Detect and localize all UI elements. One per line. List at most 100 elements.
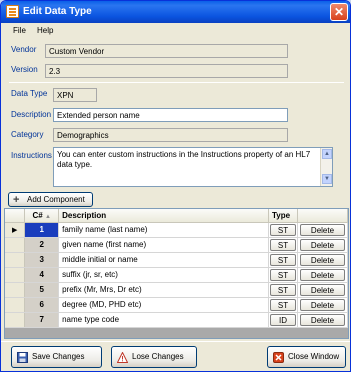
component-description[interactable]: name type code [58,312,269,328]
lose-changes-button[interactable]: Lose Changes [111,346,197,368]
add-component-label: Add Component [27,195,85,204]
type-button[interactable]: ST [269,253,296,266]
type-button[interactable]: ST [269,283,296,296]
current-row-arrow-icon: ▶ [11,227,18,234]
row-header[interactable] [5,252,26,268]
column-header-type[interactable]: Type [268,209,298,223]
category-field: Demographics [53,128,288,142]
scroll-up-icon[interactable]: ▲ [322,149,332,159]
component-description[interactable]: given name (first name) [58,237,269,253]
component-description[interactable]: family name (last name) [58,222,269,238]
table-row[interactable]: 2 given name (first name) ST Delete [5,237,348,253]
instructions-text: You can enter custom instructions in the… [57,150,311,169]
table-row[interactable]: 3 middle initial or name ST Delete [5,252,348,268]
delete-button[interactable]: Delete [299,268,345,281]
version-label: Version [11,65,38,74]
cnum-header-text: C# [32,210,43,220]
row-header[interactable] [5,282,26,298]
delete-cell: Delete [297,222,348,238]
delete-cell: Delete [297,312,348,328]
datatype-field: XPN [53,88,97,102]
component-description[interactable]: prefix (Mr, Mrs, Dr etc) [58,282,269,298]
vendor-label: Vendor [11,45,37,54]
column-header-cnum[interactable]: C# ▲ [24,209,60,223]
datatype-label: Data Type [11,89,48,98]
menu-file[interactable]: File [13,26,26,35]
edit-data-type-window: Edit Data Type ✕ File Help Vendor Custom… [0,0,351,372]
close-window-button[interactable]: Close Window [267,346,346,368]
type-cell: ST [268,222,298,238]
component-number[interactable]: 6 [24,297,60,313]
component-description[interactable]: suffix (jr, sr, etc) [58,267,269,283]
instructions-scrollbar[interactable]: ▲ ▼ [320,148,332,186]
component-number[interactable]: 1 [24,222,60,238]
component-number[interactable]: 3 [24,252,60,268]
category-label: Category [11,130,44,139]
delete-button[interactable]: Delete [299,238,345,251]
close-window-label: Close Window [288,352,340,361]
delete-cell: Delete [297,237,348,253]
vendor-field: Custom Vendor [45,44,288,58]
instructions-textarea[interactable]: You can enter custom instructions in the… [53,147,333,187]
delete-cell: Delete [297,297,348,313]
row-header[interactable] [5,312,26,328]
component-number[interactable]: 4 [24,267,60,283]
delete-button[interactable]: Delete [299,313,345,326]
divider [9,82,344,83]
component-number[interactable]: 2 [24,237,60,253]
row-header[interactable]: ▶ [5,222,26,238]
component-number[interactable]: 7 [24,312,60,328]
bottom-button-bar: Save Changes Lose Changes Close Window [1,341,350,371]
close-window-icon [273,352,284,363]
components-grid: C# ▲ Description Type ▶ 1 family name (las… [4,208,349,339]
menu-bar: File Help [1,23,350,38]
delete-cell: Delete [297,267,348,283]
table-row[interactable]: 5 prefix (Mr, Mrs, Dr etc) ST Delete [5,282,348,298]
type-cell: ST [268,267,298,283]
delete-cell: Delete [297,282,348,298]
version-field: 2.3 [45,64,288,78]
floppy-disk-icon [17,352,28,363]
instructions-label: Instructions [11,151,52,160]
sort-asc-icon: ▲ [44,213,51,220]
row-header[interactable] [5,267,26,283]
add-component-button[interactable]: + Add Component [8,192,93,207]
component-number[interactable]: 5 [24,282,60,298]
type-cell: ST [268,252,298,268]
type-button[interactable]: ST [269,298,296,311]
delete-button[interactable]: Delete [299,283,345,296]
delete-button[interactable]: Delete [299,223,345,236]
row-header[interactable] [5,237,26,253]
column-header-delete [297,209,348,223]
delete-button[interactable]: Delete [299,253,345,266]
table-row[interactable]: ▶ 1 family name (last name) ST Delete [5,222,348,238]
table-row[interactable]: 7 name type code ID Delete [5,312,348,328]
window-title: Edit Data Type [23,6,92,17]
type-button[interactable]: ST [269,238,296,251]
type-button[interactable]: ST [269,223,296,236]
component-description[interactable]: degree (MD, PHD etc) [58,297,269,313]
row-header[interactable] [5,297,26,313]
type-cell: ID [268,312,298,328]
description-input[interactable]: Extended person name [53,108,288,122]
type-button[interactable]: ST [269,268,296,281]
plus-icon: + [13,194,20,206]
scroll-down-icon[interactable]: ▼ [322,174,332,184]
close-icon[interactable]: ✕ [330,3,348,21]
title-bar[interactable]: Edit Data Type ✕ [1,1,350,23]
warning-icon [117,352,128,363]
table-row[interactable]: 4 suffix (jr, sr, etc) ST Delete [5,267,348,283]
component-description[interactable]: middle initial or name [58,252,269,268]
table-row[interactable]: 6 degree (MD, PHD etc) ST Delete [5,297,348,313]
column-header-description[interactable]: Description [58,209,269,223]
type-cell: ST [268,237,298,253]
grid-corner [5,209,26,223]
save-changes-button[interactable]: Save Changes [11,346,102,368]
delete-button[interactable]: Delete [299,298,345,311]
type-button[interactable]: ID [269,313,296,326]
lose-changes-label: Lose Changes [132,352,184,361]
delete-cell: Delete [297,252,348,268]
menu-help[interactable]: Help [37,26,53,35]
document-icon [6,5,19,18]
description-label: Description [11,110,52,119]
